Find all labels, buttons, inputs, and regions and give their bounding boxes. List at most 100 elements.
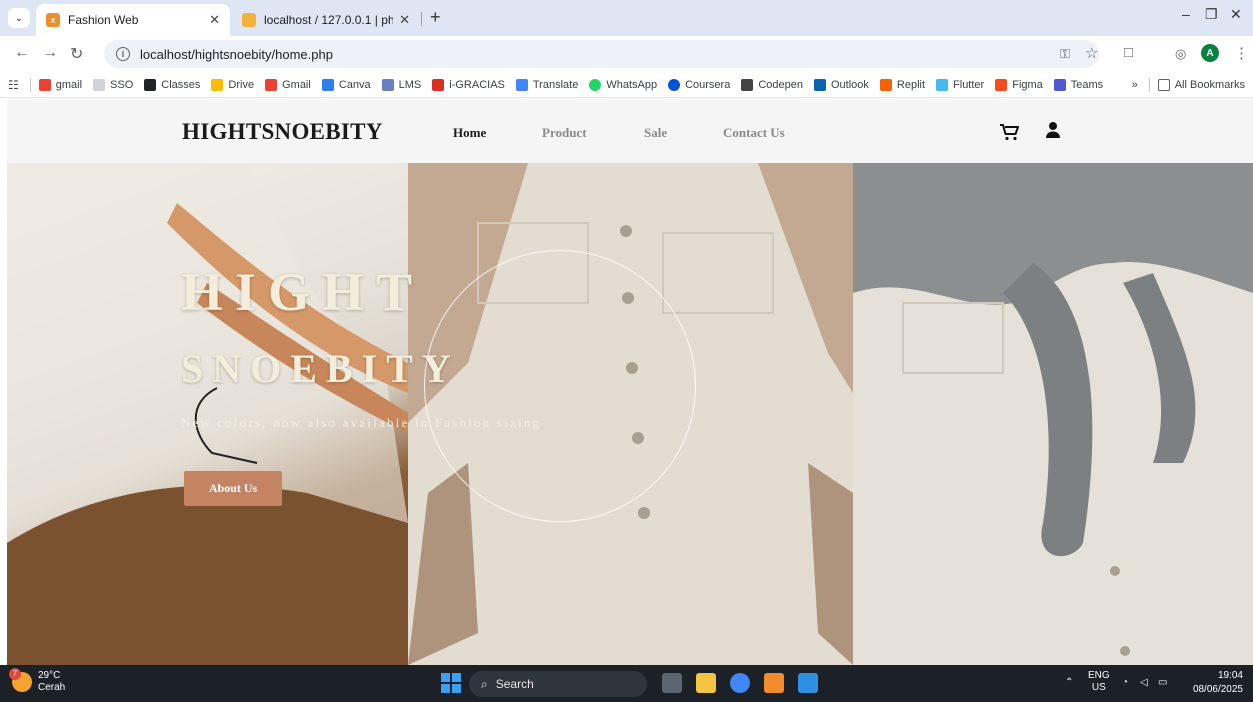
vscode-icon[interactable] (798, 673, 818, 693)
chrome-icon[interactable] (730, 673, 750, 693)
tab-search-button[interactable]: ⌄ (8, 8, 30, 28)
translate-icon (515, 78, 528, 91)
task-view-icon[interactable] (662, 673, 682, 693)
address-bar[interactable]: i localhost/hightsnoebity/home.php (104, 40, 1099, 68)
apps-grid-icon[interactable]: ☷ (8, 78, 19, 92)
system-clock[interactable]: 19:04 08/06/2025 (1193, 669, 1243, 697)
folder-icon (1157, 78, 1170, 91)
minimize-icon[interactable]: – (1182, 6, 1190, 22)
tab-divider (421, 12, 422, 26)
nav-product[interactable]: Product (542, 125, 587, 141)
weather-condition: Cerah (38, 682, 66, 693)
drive-icon (211, 78, 224, 91)
bookmark-drive[interactable]: Drive (211, 78, 254, 91)
gmail-icon (38, 78, 51, 91)
all-bookmarks-button[interactable]: All Bookmarks (1157, 78, 1245, 91)
teams-icon (1053, 78, 1066, 91)
browser-toolbar: ← → ↻ i localhost/hightsnoebity/home.php… (0, 36, 1253, 72)
volume-icon[interactable]: ◁ (1140, 677, 1148, 688)
hero-title-line1: HIGHT (181, 262, 425, 322)
restore-icon[interactable]: ❐ (1205, 6, 1218, 23)
menu-kebab-icon[interactable]: ⋮ (1234, 44, 1249, 62)
bookmark-gmail-2[interactable]: Gmail (265, 78, 311, 91)
bookmarks-right: » All Bookmarks (1132, 77, 1245, 92)
codepen-icon (741, 78, 754, 91)
nav-home[interactable]: Home (453, 125, 486, 141)
bookmark-sso[interactable]: SSO (93, 78, 133, 91)
back-icon[interactable]: ← (14, 44, 30, 62)
url-text: localhost/hightsnoebity/home.php (140, 46, 333, 62)
browser-tab-bar: ⌄ x Fashion Web ✕ localhost / 127.0.0.1 … (0, 0, 1253, 36)
tab-title: localhost / 127.0.0.1 | phpMyAd (264, 13, 394, 27)
xampp-icon[interactable] (764, 673, 784, 693)
bookmark-translate[interactable]: Translate (515, 78, 578, 91)
about-us-button[interactable]: About Us (184, 471, 282, 506)
cart-icon[interactable] (999, 123, 1021, 146)
phpmyadmin-favicon-icon (242, 13, 256, 27)
bookmark-figma[interactable]: Figma (995, 78, 1043, 91)
weather-sun-icon: 7 (9, 668, 32, 692)
bookmark-lms[interactable]: LMS (381, 78, 421, 91)
user-icon[interactable] (1045, 121, 1061, 144)
tab-phpmyadmin[interactable]: localhost / 127.0.0.1 | phpMyAd ✕ (232, 4, 420, 36)
nav-sale[interactable]: Sale (644, 125, 667, 141)
bookmark-whatsapp[interactable]: WhatsApp (589, 78, 657, 91)
bookmark-igracias[interactable]: i-GRACIAS (432, 78, 505, 91)
outlook-icon (813, 78, 826, 91)
bookmark-star-icon[interactable]: ☆ (1085, 44, 1098, 62)
bookmark-codepen[interactable]: Codepen (741, 78, 803, 91)
clock-date: 08/06/2025 (1192, 684, 1243, 695)
windows-taskbar: 7 29°C Cerah ⌕ Search ⌃ ENG US ◔ ◁ ▭ 19:… (0, 665, 1253, 702)
igracias-icon (432, 78, 445, 91)
sso-icon (93, 78, 106, 91)
bookmark-canva[interactable]: Canva (321, 78, 371, 91)
google-lens-icon[interactable]: ◎ (1175, 46, 1186, 62)
show-hidden-icons[interactable]: ⌃ (1065, 677, 1073, 688)
bookmark-overflow-button[interactable]: » (1132, 79, 1138, 91)
weather-widget[interactable]: 7 29°C Cerah (9, 668, 66, 694)
bookmark-teams[interactable]: Teams (1053, 78, 1103, 91)
bookmark-coursera[interactable]: Coursera (668, 78, 730, 91)
hero-image-hanger-shirt (7, 163, 408, 665)
forward-icon[interactable]: → (42, 44, 58, 62)
bookmark-divider (1148, 77, 1150, 92)
xampp-favicon-icon: x (46, 13, 60, 27)
search-label: Search (495, 677, 534, 691)
site-info-icon[interactable]: i (116, 47, 130, 61)
hero-image-sweater-shirt (853, 163, 1253, 665)
nav-contact-us[interactable]: Contact Us (723, 125, 785, 141)
wifi-icon[interactable]: ◔ (1122, 677, 1128, 688)
tab-title: Fashion Web (68, 13, 139, 27)
temperature: 29°C (38, 670, 61, 681)
taskbar-search[interactable]: ⌕ Search (469, 671, 647, 697)
close-window-icon[interactable]: ✕ (1230, 6, 1242, 23)
bookmark-classes[interactable]: Classes (144, 78, 200, 91)
classes-icon (144, 78, 157, 91)
reload-icon[interactable]: ↻ (70, 44, 83, 64)
bookmark-outlook[interactable]: Outlook (813, 78, 869, 91)
whatsapp-icon (589, 78, 602, 91)
extensions-icon[interactable]: □ (1124, 44, 1133, 61)
bookmark-flutter[interactable]: Flutter (936, 78, 984, 91)
coursera-icon (668, 78, 681, 91)
language-code: ENG (1088, 670, 1110, 681)
password-key-icon[interactable]: ⚿ (1060, 46, 1070, 62)
close-tab-icon[interactable]: ✕ (209, 12, 220, 28)
site-logo[interactable]: HIGHTSNOEBITY (182, 119, 383, 145)
bookmark-replit[interactable]: Replit (879, 78, 925, 91)
bookmarks-bar: ☷ gmail SSO Classes Drive Gmail Canva LM… (0, 72, 1253, 98)
file-explorer-icon[interactable] (696, 673, 716, 693)
language-indicator[interactable]: ENG US (1088, 670, 1110, 694)
hero-banner: HIGHT SNOEBITY New colors, now also avai… (7, 163, 1253, 665)
close-tab-icon[interactable]: ✕ (399, 12, 410, 28)
bookmark-gmail[interactable]: gmail (38, 78, 82, 91)
keyboard-layout: US (1091, 682, 1106, 693)
tab-fashion-web[interactable]: x Fashion Web ✕ (36, 4, 230, 36)
profile-avatar[interactable]: A (1201, 44, 1219, 62)
flutter-icon (936, 78, 949, 91)
hero-title-line2: SNOEBITY (181, 346, 460, 391)
battery-icon[interactable]: ▭ (1158, 677, 1167, 688)
gmail-icon (265, 78, 278, 91)
windows-start-icon[interactable] (441, 673, 461, 693)
new-tab-button[interactable]: + (430, 7, 441, 28)
